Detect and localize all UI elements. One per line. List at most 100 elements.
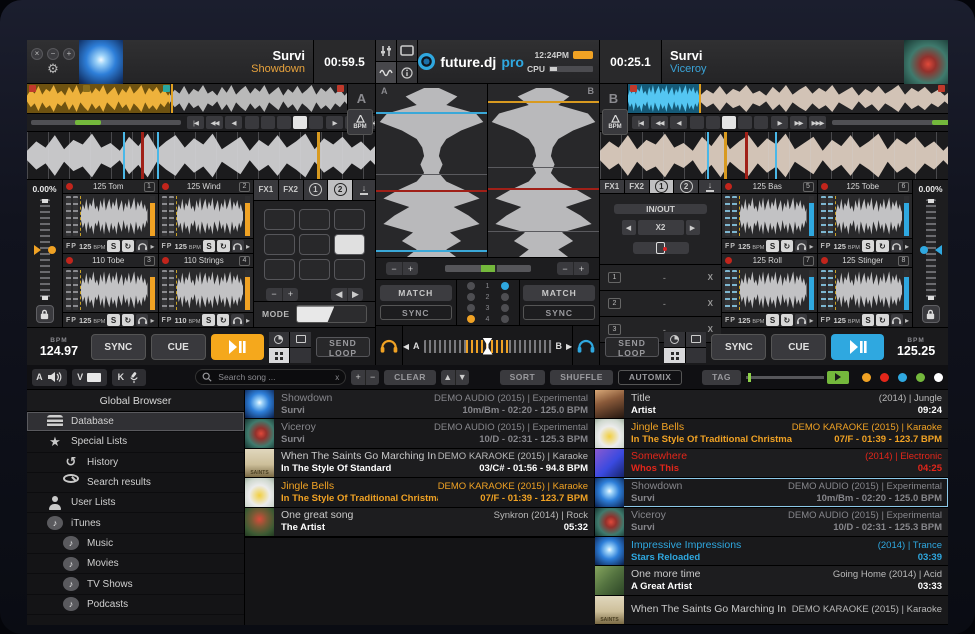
tag-color-dot[interactable] bbox=[934, 373, 943, 382]
sampler-loop-button[interactable]: ↻ bbox=[876, 240, 888, 252]
sampler-expand-arrow-icon[interactable]: ▸ bbox=[905, 316, 909, 325]
track-row[interactable]: One more time A Great Artist Going Home … bbox=[595, 566, 948, 595]
move-up-button[interactable]: ▲ bbox=[441, 370, 455, 385]
fx-slot-clear-button[interactable]: X bbox=[708, 299, 713, 308]
track-row[interactable]: One more time A Great Artist Going Home … bbox=[245, 537, 594, 538]
sampler-fader[interactable] bbox=[73, 270, 78, 310]
sampler-headphone-button[interactable] bbox=[891, 240, 903, 252]
fx-tab[interactable]: FX2 bbox=[625, 180, 649, 193]
deck-b-tempo-plus-button[interactable]: + bbox=[573, 262, 589, 275]
sampler-expand-arrow-icon[interactable]: ▸ bbox=[246, 316, 250, 325]
sidebar-item[interactable]: Podcasts bbox=[27, 595, 244, 615]
track-row[interactable]: Jingle Bells In The Style Of Traditional… bbox=[595, 419, 948, 448]
hotcue-page-button[interactable] bbox=[245, 116, 259, 129]
sampler-headphone-button[interactable] bbox=[136, 240, 148, 252]
sampler-cell[interactable]: 125 Tom 1 FP 125 BPM S ↻ bbox=[63, 180, 158, 253]
step-back-button[interactable]: ◀ bbox=[670, 116, 687, 129]
track-row[interactable]: Impressive Impressions Stars Reloaded (2… bbox=[595, 537, 948, 566]
hotcue-page-button[interactable] bbox=[261, 116, 275, 129]
deck-a-eject-button[interactable]: × bbox=[31, 48, 43, 60]
cue-marker[interactable] bbox=[163, 85, 170, 92]
sampler-headphone-button[interactable] bbox=[795, 314, 807, 326]
sidebar-item[interactable]: Database bbox=[27, 412, 244, 432]
sampler-cell[interactable]: 110 Strings 4 FP 110 BPM S ↻ bbox=[159, 254, 254, 327]
fade-slider-track[interactable] bbox=[746, 376, 824, 379]
sampler-sync-button[interactable]: S bbox=[203, 240, 215, 252]
sampler-cell[interactable]: 125 Roll 7 FP 125 BPM S ↻ bbox=[722, 254, 817, 327]
sampler-fader[interactable] bbox=[821, 270, 826, 310]
search-box[interactable]: x bbox=[195, 369, 346, 385]
deck-a-tempo-minus-button[interactable]: − bbox=[386, 262, 402, 275]
tag-color-dot[interactable] bbox=[916, 373, 925, 382]
hotcue-page-button[interactable] bbox=[277, 116, 291, 129]
deck-b-tempo-minus-button[interactable]: − bbox=[557, 262, 573, 275]
sampler-fader[interactable] bbox=[732, 270, 737, 310]
window-view-button[interactable] bbox=[686, 332, 707, 347]
sampler-expand-arrow-icon[interactable]: ▸ bbox=[905, 242, 909, 251]
sidebar-item[interactable]: Search results bbox=[27, 473, 244, 493]
track-row[interactable]: Showdown Survi DEMO AUDIO (2015) | Exper… bbox=[595, 478, 948, 507]
sampler-cell[interactable]: 125 Wind 2 FP 125 BPM S ↻ bbox=[159, 180, 254, 253]
sampler-fader[interactable] bbox=[732, 196, 737, 236]
sampler-headphone-button[interactable] bbox=[136, 314, 148, 326]
loop-length-button[interactable] bbox=[334, 209, 365, 230]
sampler-loop-button[interactable]: ↻ bbox=[781, 314, 793, 326]
window-layout-button[interactable] bbox=[397, 40, 417, 61]
hotcue-page-button[interactable] bbox=[293, 116, 307, 129]
automix-fade-slider[interactable] bbox=[746, 371, 849, 384]
sampler-headphone-button[interactable] bbox=[231, 314, 244, 326]
sampler-fader[interactable] bbox=[162, 196, 167, 236]
grid-view-button[interactable] bbox=[664, 348, 685, 363]
loop-length-button[interactable] bbox=[334, 259, 365, 280]
sampler-fader[interactable] bbox=[73, 196, 78, 236]
cue-marker[interactable] bbox=[630, 85, 637, 92]
clear-button[interactable]: CLEAR bbox=[384, 370, 436, 385]
sampler-expand-arrow-icon[interactable]: ▸ bbox=[809, 242, 813, 251]
sampler-sync-button[interactable]: S bbox=[862, 240, 874, 252]
fast-forward-button[interactable]: ▶▶ bbox=[790, 116, 807, 129]
deck-a-headphone-button[interactable] bbox=[376, 326, 403, 366]
deck-b-sync-button[interactable]: SYNC bbox=[523, 305, 595, 320]
skip-end-button[interactable]: ▶▶▶ bbox=[809, 116, 826, 129]
deck-b-match-button[interactable]: MATCH bbox=[523, 285, 595, 301]
track-row[interactable]: SAINTS When The Saints Go Marching In In… bbox=[245, 449, 594, 478]
record-dot-icon[interactable] bbox=[66, 183, 73, 190]
loop-length-button[interactable] bbox=[334, 234, 365, 255]
record-dot-icon[interactable] bbox=[162, 257, 169, 264]
sampler-fader[interactable] bbox=[169, 270, 174, 310]
deck-b-send-loop-button[interactable]: SEND LOOP bbox=[605, 337, 659, 357]
add-button[interactable]: + bbox=[351, 370, 365, 385]
record-dot-icon[interactable] bbox=[821, 183, 828, 190]
sampler-fader[interactable] bbox=[162, 270, 167, 310]
mode-option[interactable] bbox=[328, 306, 366, 322]
sidebar-item[interactable]: History bbox=[27, 453, 244, 473]
deck-b-vertical-waveform[interactable]: B bbox=[488, 84, 599, 257]
track-row[interactable]: One great song The Artist Synkron (2014)… bbox=[245, 508, 594, 537]
hotcue-page-button[interactable] bbox=[706, 116, 720, 129]
sampler-fader[interactable] bbox=[828, 270, 833, 310]
sampler-cell[interactable]: 125 Stinger 8 FP 125 BPM S ↻ bbox=[818, 254, 913, 327]
sampler-sync-button[interactable]: S bbox=[862, 314, 874, 326]
hotcue-page-button[interactable] bbox=[722, 116, 736, 129]
crossfader-left-arrow-icon[interactable]: ◀ bbox=[403, 342, 409, 351]
deck-a-overview-waveform[interactable]: A bbox=[27, 84, 375, 114]
deck-b-headphone-button[interactable] bbox=[572, 326, 599, 366]
automix-play-button[interactable] bbox=[827, 371, 849, 384]
sampler-fader[interactable] bbox=[828, 196, 833, 236]
fx-slot-row[interactable]: 1 - X bbox=[600, 265, 721, 291]
sampler-waveform[interactable] bbox=[80, 196, 148, 236]
fx-tab[interactable]: 1 bbox=[650, 180, 674, 193]
deck-a-send-loop-button[interactable]: SEND LOOP bbox=[316, 337, 370, 357]
blank-view-button[interactable] bbox=[686, 348, 707, 363]
mixer-view-button[interactable] bbox=[376, 40, 396, 61]
fx-load-button[interactable]: ↓ bbox=[699, 180, 721, 193]
deck-a-settings-gear-icon[interactable]: ⚙ bbox=[47, 63, 59, 75]
sampler-waveform[interactable] bbox=[835, 270, 903, 310]
sampler-expand-arrow-icon[interactable]: ▸ bbox=[809, 316, 813, 325]
track-row[interactable]: Title Artist (2014) | Jungle 09:24 bbox=[595, 390, 948, 419]
rewind-button[interactable]: ◀◀ bbox=[206, 116, 223, 129]
sampler-sync-button[interactable]: S bbox=[766, 314, 778, 326]
step-forward-button[interactable]: ▶ bbox=[771, 116, 788, 129]
clear-search-icon[interactable]: x bbox=[335, 373, 339, 382]
deck-b-sync-button[interactable]: SYNC bbox=[711, 334, 766, 360]
